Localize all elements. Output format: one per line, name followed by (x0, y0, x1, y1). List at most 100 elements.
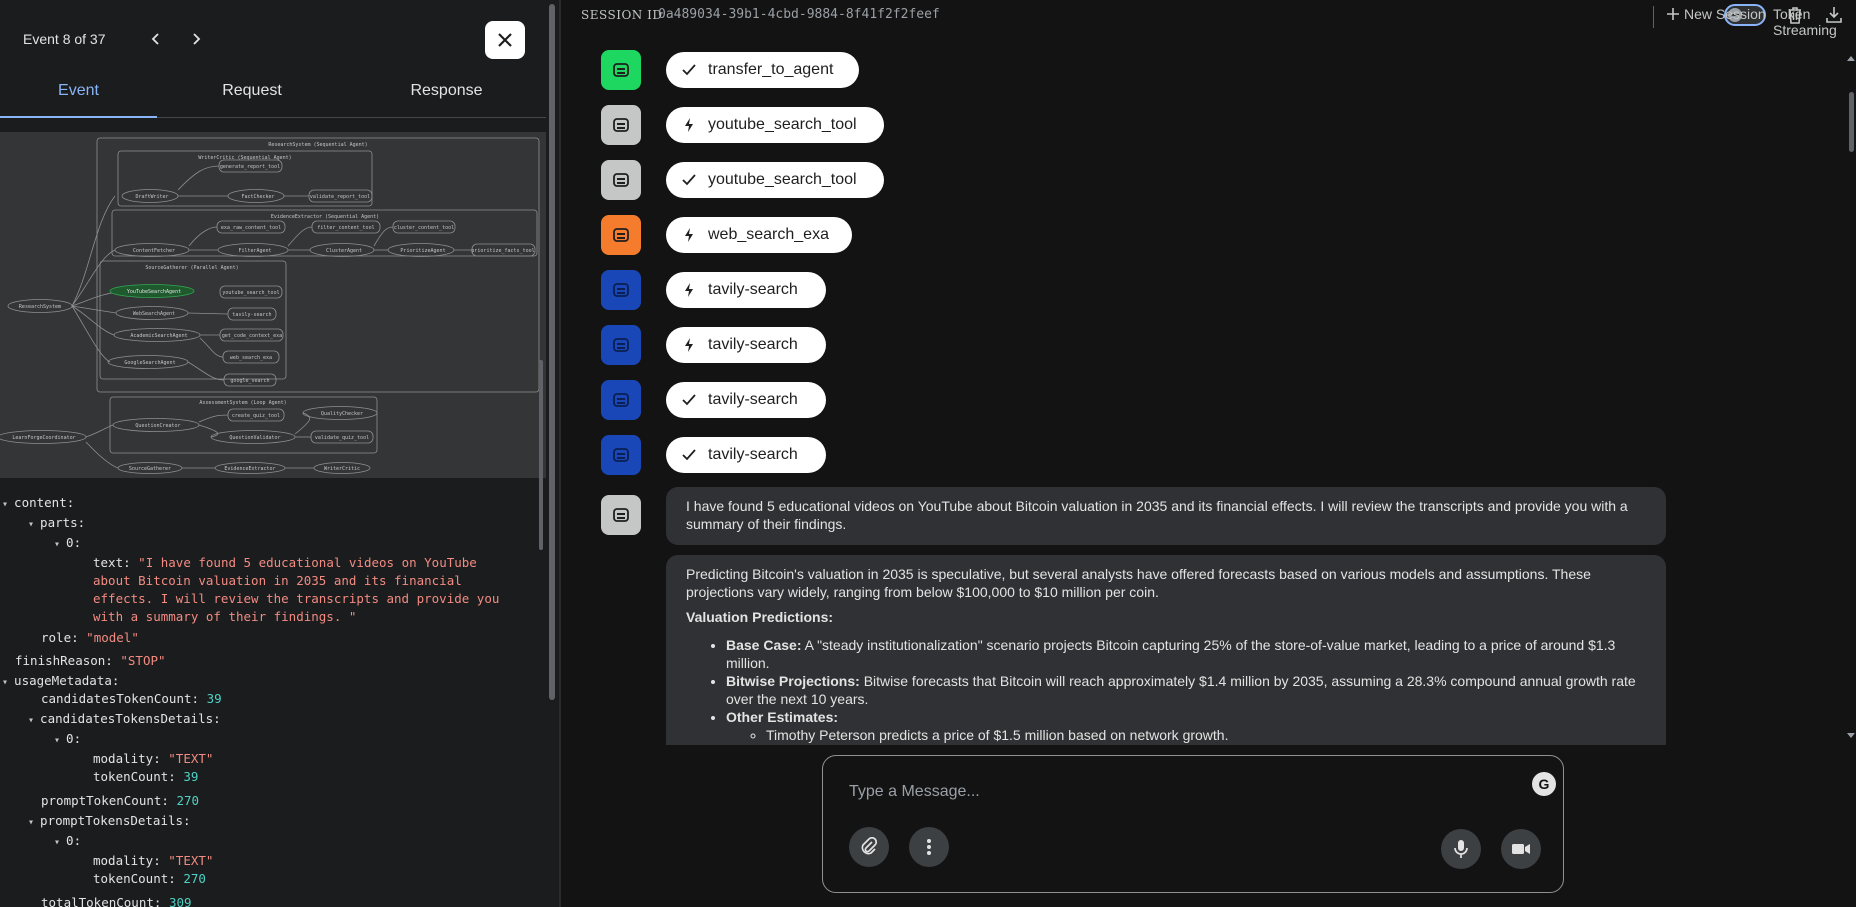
sub-list-item: Timothy Peterson predicts a price of $1.… (766, 726, 1646, 744)
microphone-button[interactable] (1441, 829, 1481, 869)
svg-text:QuestionCreator: QuestionCreator (135, 423, 180, 429)
session-id-value: 0a489034-39b1-4cbd-9884-8f41f2f2feef (658, 7, 940, 22)
prediction-list: Base Case: A "steady institutionalizatio… (726, 636, 1646, 744)
download-button[interactable] (1823, 4, 1845, 26)
chat-scroll-up-arrow[interactable] (1847, 56, 1855, 61)
left-scrollbar-thumb[interactable] (549, 4, 555, 700)
tool-response-chip[interactable]: youtube_search_tool (666, 162, 884, 198)
collapse-triangle-icon[interactable]: ▾ (54, 837, 66, 848)
agent-avatar (601, 50, 641, 90)
close-panel-button[interactable] (485, 21, 525, 59)
grammarly-icon[interactable]: G (1532, 772, 1556, 796)
svg-text:EvidenceExtractor: EvidenceExtractor (224, 466, 275, 472)
collapse-triangle-icon[interactable]: ▾ (28, 715, 40, 726)
tool-response-chip[interactable]: tavily-search (666, 437, 826, 473)
svg-text:prioritize_facts_tool: prioritize_facts_tool (471, 248, 534, 254)
svg-text:GoogleSearchAgent: GoogleSearchAgent (124, 360, 175, 366)
message-input-box[interactable]: Type a Message... G (822, 755, 1564, 893)
svg-text:FilterAgent: FilterAgent (238, 248, 271, 254)
tool-call-chip[interactable]: tavily-search (666, 327, 826, 363)
check-icon (682, 449, 696, 461)
svg-text:WebSearchAgent: WebSearchAgent (133, 311, 175, 317)
collapse-triangle-icon[interactable]: ▾ (2, 677, 14, 688)
tool-response-chip[interactable]: transfer_to_agent (666, 52, 859, 88)
close-icon (498, 33, 512, 47)
svg-text:ClusterAgent: ClusterAgent (326, 248, 362, 254)
next-event-button[interactable] (185, 28, 207, 50)
tab-event[interactable]: Event (0, 72, 157, 118)
tool-call-chip[interactable]: web_search_exa (666, 217, 852, 253)
json-row-role: role: "model" (41, 630, 139, 645)
bolt-icon (685, 283, 693, 297)
agent-avatar (601, 325, 641, 365)
json-row-index[interactable]: ▾ 0: (54, 534, 81, 554)
session-id-label: SESSION ID (581, 8, 663, 22)
agent-graph[interactable]: ResearchSystem (Sequential Agent) Writer… (0, 132, 546, 478)
collapse-triangle-icon[interactable]: ▾ (54, 539, 66, 550)
chat-scrollbar-thumb[interactable] (1849, 92, 1854, 152)
bot-icon (613, 118, 629, 132)
json-row-index[interactable]: ▾ 0: (54, 832, 81, 852)
svg-text:web_search_exa: web_search_exa (230, 355, 272, 361)
tab-request[interactable]: Request (157, 72, 347, 117)
previous-event-button[interactable] (145, 28, 167, 50)
agent-avatar (601, 435, 641, 475)
bot-icon (613, 63, 629, 77)
event-tabs: Event Request Response (0, 72, 546, 118)
svg-text:google_search: google_search (230, 378, 269, 384)
more-vert-icon (927, 839, 931, 855)
svg-text:QuestionValidator: QuestionValidator (229, 435, 280, 441)
svg-text:SourceGatherer: SourceGatherer (129, 466, 171, 472)
new-session-button[interactable]: New Session (1666, 6, 1766, 22)
json-row-modality: modality: "TEXT" (93, 853, 214, 868)
svg-text:QualityChecker: QualityChecker (321, 411, 363, 417)
response-intro: Predicting Bitcoin's valuation in 2035 i… (686, 566, 1591, 600)
collapse-triangle-icon[interactable]: ▾ (54, 735, 66, 746)
attach-button[interactable] (849, 827, 889, 867)
tool-name: tavily-search (708, 336, 798, 353)
collapse-triangle-icon[interactable]: ▾ (28, 817, 40, 828)
download-icon (1826, 7, 1842, 23)
tool-name: youtube_search_tool (708, 171, 857, 188)
agent-avatar (601, 380, 641, 420)
bot-icon (613, 448, 629, 462)
delete-session-button[interactable] (1784, 4, 1806, 26)
chat-area: SESSION ID 0a489034-39b1-4cbd-9884-8f41f… (561, 0, 1856, 907)
svg-text:validate_report_tool: validate_report_tool (310, 194, 370, 200)
svg-text:ContentFetcher: ContentFetcher (133, 248, 175, 254)
event-panel-header: Event 8 of 37 Event Request Response (0, 0, 546, 118)
json-row-usage[interactable]: ▾ usageMetadata: (2, 672, 119, 692)
svg-text:EvidenceExtractor (Sequential: EvidenceExtractor (Sequential Agent) (271, 214, 379, 220)
tool-name: youtube_search_tool (708, 116, 857, 133)
video-button[interactable] (1501, 829, 1541, 869)
svg-text:WriterCritic: WriterCritic (324, 466, 360, 472)
agent-message: I have found 5 educational videos on You… (666, 487, 1666, 545)
chevron-right-icon (193, 33, 201, 45)
agent-avatar (601, 270, 641, 310)
event-detail-panel: Event 8 of 37 Event Request Response Res… (0, 0, 559, 907)
svg-text:cluster_content_tool: cluster_content_tool (394, 225, 454, 231)
tool-response-chip[interactable]: tavily-search (666, 382, 826, 418)
svg-text:youtube_search_tool: youtube_search_tool (222, 290, 279, 296)
json-row-index[interactable]: ▾ 0: (54, 730, 81, 750)
more-options-button[interactable] (909, 827, 949, 867)
svg-text:FactChecker: FactChecker (241, 194, 274, 200)
tab-response[interactable]: Response (347, 72, 546, 117)
list-item: Bitwise Projections: Bitwise forecasts t… (726, 672, 1646, 708)
bot-icon (613, 173, 629, 187)
collapse-triangle-icon[interactable]: ▾ (2, 499, 14, 510)
json-row-content[interactable]: ▾ content: (2, 494, 74, 514)
message-input[interactable]: Type a Message... (849, 783, 980, 801)
chat-scroll-down-arrow[interactable] (1847, 733, 1855, 738)
svg-text:ResearchSystem: ResearchSystem (19, 304, 61, 310)
svg-text:validate_quiz_tool: validate_quiz_tool (315, 435, 369, 441)
json-row-prompt-details[interactable]: ▾ promptTokensDetails: (28, 812, 191, 832)
json-row-token-count: tokenCount: 270 (93, 871, 206, 886)
tool-call-chip[interactable]: youtube_search_tool (666, 107, 884, 143)
tool-call-chip[interactable]: tavily-search (666, 272, 826, 308)
json-row-parts[interactable]: ▾ parts: (28, 514, 85, 534)
bolt-icon (685, 118, 693, 132)
json-row-prompt-count: promptTokenCount: 270 (41, 793, 200, 808)
json-row-candidates-details[interactable]: ▾ candidatesTokensDetails: (28, 710, 221, 730)
collapse-triangle-icon[interactable]: ▾ (28, 519, 40, 530)
